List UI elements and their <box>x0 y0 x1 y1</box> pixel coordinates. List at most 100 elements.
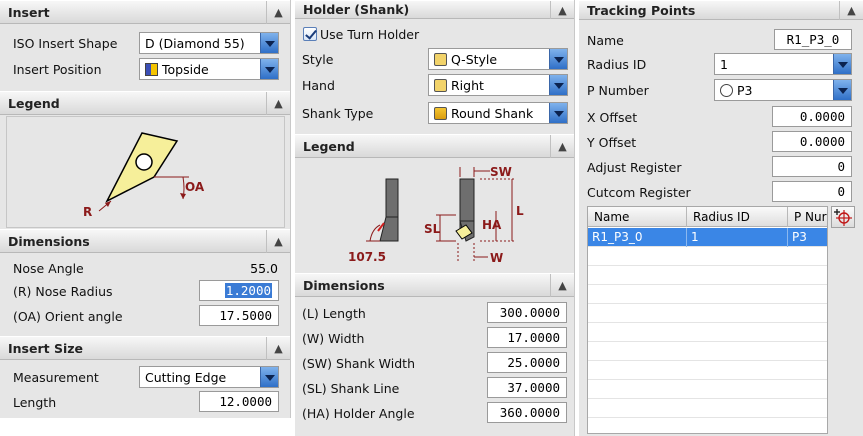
p-number-select[interactable]: P3 <box>714 79 852 101</box>
table-row[interactable]: R1_P3_0 1 P3 <box>588 228 827 247</box>
add-tracking-point-button[interactable] <box>831 206 855 228</box>
y-offset-label: Y Offset <box>587 135 637 150</box>
nose-radius-label: (R) Nose Radius <box>13 284 113 299</box>
holder-section-title: Holder (Shank) <box>303 2 410 17</box>
p-number-value: P3 <box>737 83 753 98</box>
style-value: Q-Style <box>451 52 498 67</box>
crosshair-plus-icon <box>834 209 852 226</box>
p-number-label: P Number <box>587 83 649 98</box>
insert-length-input[interactable]: 12.0000 <box>199 391 279 412</box>
table-row-empty <box>588 418 827 433</box>
shank-width-input[interactable]: 25.0000 <box>487 352 567 373</box>
angle-arc <box>369 224 381 242</box>
chevron-down-icon[interactable] <box>260 33 278 53</box>
insert-position-select[interactable]: Topside <box>139 58 279 80</box>
shank-type-value: Round Shank <box>451 106 534 121</box>
adjust-register-label: Adjust Register <box>587 160 682 175</box>
tracking-points-table[interactable]: Name Radius ID P Nur R1_P3_0 1 P3 <box>587 206 828 434</box>
measurement-label: Measurement <box>13 370 99 385</box>
cell-p-number: P3 <box>788 228 827 247</box>
holder-diagram-svg: 107.5 SW L HA SL W <box>348 165 524 265</box>
holder-width-input[interactable]: 17.0000 <box>487 327 567 348</box>
orient-angle-input[interactable]: 17.5000 <box>199 305 279 326</box>
table-row-empty <box>588 361 827 380</box>
iso-insert-shape-label: ISO Insert Shape <box>13 36 118 51</box>
point-icon <box>720 84 733 97</box>
tracking-points-section-title: Tracking Points <box>587 3 696 18</box>
style-label: Style <box>302 52 334 67</box>
nose-radius-input[interactable]: 1.2000 <box>199 280 279 301</box>
use-turn-holder-checkbox[interactable] <box>303 27 317 41</box>
column-header-radius-id[interactable]: Radius ID <box>687 207 788 227</box>
holder-legend-section-header[interactable]: Legend ▲ <box>295 134 574 158</box>
chevron-down-icon[interactable] <box>549 103 567 123</box>
table-header: Name Radius ID P Nur <box>588 207 827 227</box>
legend-section-header[interactable]: Legend ▲ <box>0 91 290 115</box>
chevron-down-icon[interactable] <box>833 80 851 100</box>
shank-line-input[interactable]: 37.0000 <box>487 377 567 398</box>
chevron-up-icon[interactable]: ▲ <box>550 135 574 158</box>
hand-icon <box>434 79 447 92</box>
holder-angle-input[interactable]: 360.0000 <box>487 402 567 423</box>
shank-line-label: (SL) Shank Line <box>302 381 400 396</box>
holder-panel-column: Holder (Shank) ▲ Use Turn Holder Style Q… <box>295 0 575 436</box>
shank-line-callout: SL <box>424 222 441 236</box>
topside-icon <box>145 63 158 76</box>
column-header-p-number[interactable]: P Nur <box>788 207 827 227</box>
chevron-down-icon[interactable] <box>833 54 851 74</box>
chevron-down-icon[interactable] <box>260 59 278 79</box>
table-row-empty <box>588 323 827 342</box>
holder-section-header[interactable]: Holder (Shank) ▲ <box>295 0 574 19</box>
holder-angle-label: (HA) Holder Angle <box>302 406 415 421</box>
y-offset-input[interactable]: 0.0000 <box>772 131 852 152</box>
tracking-name-input[interactable]: R1_P3_0 <box>774 29 852 50</box>
holder-width-label: (W) Width <box>302 331 365 346</box>
chevron-up-icon[interactable]: ▲ <box>266 92 290 115</box>
chevron-up-icon[interactable]: ▲ <box>550 274 574 297</box>
holder-legend-diagram: 107.5 SW L HA SL W <box>300 159 570 269</box>
insert-legend-diagram: R OA <box>6 116 285 228</box>
holder-dimensions-section-header[interactable]: Dimensions ▲ <box>295 273 574 297</box>
shank-width-label: (SW) Shank Width <box>302 356 415 371</box>
insert-size-section-header[interactable]: Insert Size ▲ <box>0 336 290 360</box>
chevron-down-icon[interactable] <box>549 49 567 69</box>
measurement-select[interactable]: Cutting Edge <box>139 366 279 388</box>
holder-angle-dim-callout: HA <box>482 218 502 232</box>
column-header-name[interactable]: Name <box>588 207 687 227</box>
insert-section-title: Insert <box>8 5 50 20</box>
shank-type-icon <box>434 107 447 120</box>
insert-position-label: Insert Position <box>13 62 102 77</box>
iso-insert-shape-select[interactable]: D (Diamond 55) <box>139 32 279 54</box>
chevron-up-icon[interactable]: ▲ <box>266 337 290 360</box>
shank-width-callout: SW <box>490 165 512 179</box>
adjust-register-input[interactable]: 0 <box>772 156 852 177</box>
chevron-down-icon[interactable] <box>260 367 278 387</box>
insert-hole <box>135 153 153 171</box>
shank-type-select[interactable]: Round Shank <box>428 102 568 124</box>
x-offset-label: X Offset <box>587 110 638 125</box>
cell-name: R1_P3_0 <box>588 228 687 247</box>
radius-id-select[interactable]: 1 <box>714 53 852 75</box>
nose-angle-value: 55.0 <box>250 261 278 276</box>
cutcom-register-input[interactable]: 0 <box>772 181 852 202</box>
chevron-up-icon[interactable]: ▲ <box>266 1 290 24</box>
chevron-down-icon[interactable] <box>549 75 567 95</box>
dimensions-section-header[interactable]: Dimensions ▲ <box>0 229 290 253</box>
length-callout: L <box>516 204 524 218</box>
hand-label: Hand <box>302 78 335 93</box>
table-row-empty <box>588 304 827 323</box>
holder-legend-section-title: Legend <box>303 139 355 154</box>
tracking-points-section-header[interactable]: Tracking Points ▲ <box>579 0 863 20</box>
style-select[interactable]: Q-Style <box>428 48 568 70</box>
holder-length-input[interactable]: 300.0000 <box>487 302 567 323</box>
table-row-empty <box>588 247 827 266</box>
chevron-up-icon[interactable]: ▲ <box>266 230 290 253</box>
hand-select[interactable]: Right <box>428 74 568 96</box>
shank-type-label: Shank Type <box>302 106 374 121</box>
insert-section-header[interactable]: Insert ▲ <box>0 0 290 24</box>
nose-radius-value: 1.2000 <box>224 283 272 298</box>
chevron-up-icon[interactable]: ▲ <box>839 1 863 20</box>
chevron-up-icon[interactable]: ▲ <box>550 1 574 19</box>
x-offset-input[interactable]: 0.0000 <box>772 106 852 127</box>
cutcom-register-label: Cutcom Register <box>587 185 691 200</box>
